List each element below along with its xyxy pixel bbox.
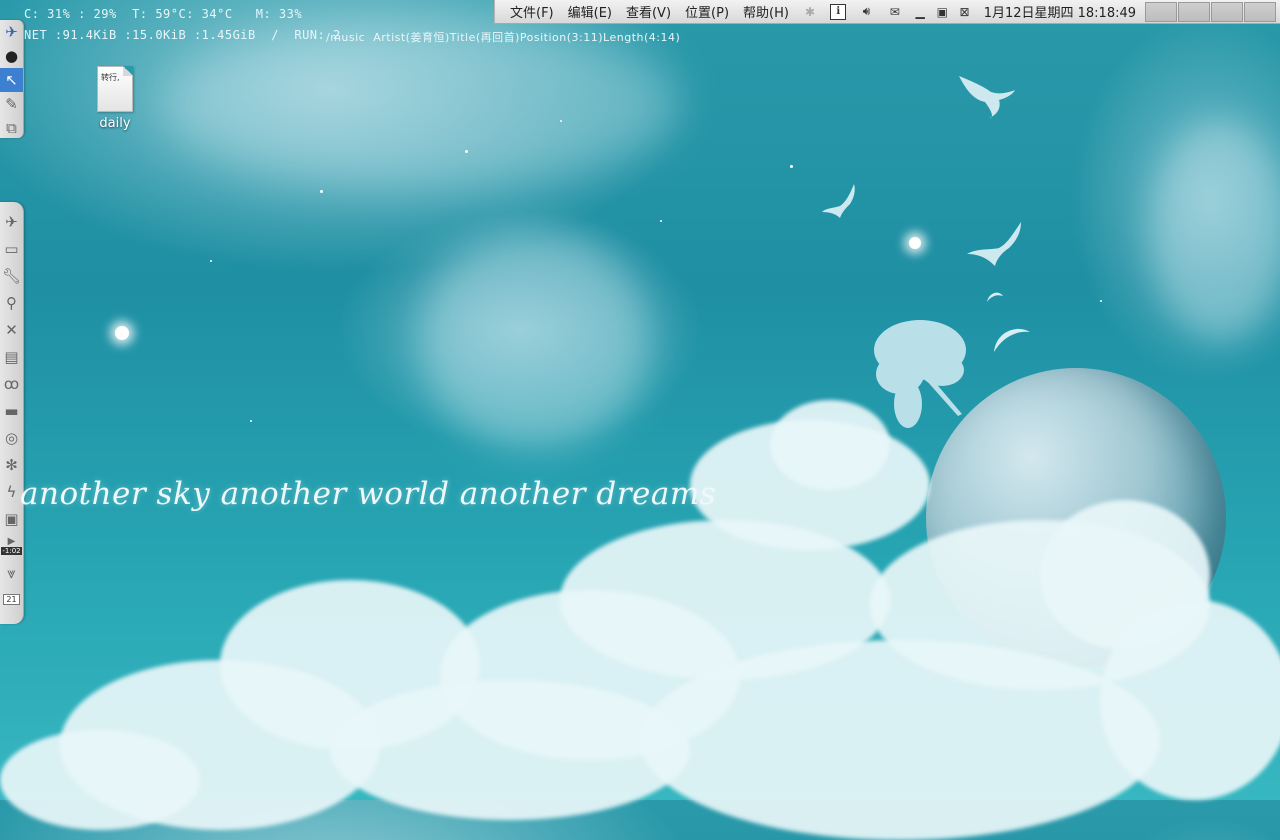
workspace-4[interactable] [1244,1,1277,22]
star [1100,300,1102,302]
menu-file[interactable]: 文件(F) [503,0,561,24]
conky-music: /music Artist(姜育恒)Title(再回首)Position(3:1… [326,31,681,44]
drawer-icon[interactable]: ▬ [0,397,23,424]
info-icon[interactable]: i [829,3,847,20]
folder-icon[interactable]: ▭ [0,235,23,262]
bird-icon [822,184,855,218]
timer-icon[interactable]: ▶ -1:02 [0,532,23,559]
star [210,260,212,262]
bird-icon [967,222,1021,266]
play-icon: ▶ [7,536,16,547]
menu-places[interactable]: 位置(P) [678,0,736,24]
search-icon[interactable]: ⚲ [0,289,23,316]
maximize-icon[interactable]: ▣ [933,4,951,20]
cloud [640,640,1160,840]
cloud [1150,120,1280,340]
star [909,237,921,249]
timer-badge: -1:02 [1,547,22,555]
wallpaper [0,0,1280,840]
star [790,165,793,168]
calendar-icon[interactable]: 21 [0,586,23,613]
pin-icon[interactable]: ✎ [0,92,23,116]
download-icon[interactable]: ⩔ [0,559,23,586]
bluetooth-icon[interactable]: ✱ [801,4,819,20]
file-preview-text: 转行, [101,73,120,82]
cloud [420,230,650,450]
menu-edit[interactable]: 编辑(E) [561,0,619,24]
conky-stats-line2: NET :91.4KiB :15.0KiB :1.45GiB / RUN: 2 [24,28,341,42]
menu-help[interactable]: 帮助(H) [736,0,796,24]
star [660,220,662,222]
feather-icon[interactable]: ✈ [0,20,23,44]
desktop-file-label: daily [99,116,131,131]
cloud [0,730,200,830]
desktop-file-daily[interactable]: 转行, daily [90,66,140,131]
cloud [160,20,680,190]
calendar-badge: 21 [3,594,20,605]
settings-icon[interactable]: ✻ [0,451,23,478]
workspace-2[interactable] [1178,1,1211,22]
text-file-icon: 转行, [97,66,133,112]
workspace-3[interactable] [1211,1,1244,22]
star [320,190,323,193]
qq-penguin-icon[interactable]: ● [0,44,23,68]
chrome-icon[interactable]: ◎ [0,424,23,451]
conky-stats-line1: C: 31% : 29% T: 59°C: 34°C M: 33% [24,7,303,21]
binoculars-icon[interactable]: ꝏ [0,370,23,397]
launcher-dock-main: ✈ ▭ 🔧︎ ⚲ ✕ ▤ ꝏ ▬ ◎ ✻ ϟ ▣ ▶ -1:02 ⩔ 21 [0,202,24,624]
tree-icon [874,320,966,428]
close-icon[interactable]: ⊠ [955,4,973,20]
moon-icon [987,292,1003,302]
workspace-1[interactable] [1145,1,1178,22]
wallpaper-slogan: another sky another world another dreams [20,476,717,512]
top-panel: 文件(F) 编辑(E) 查看(V) 位置(P) 帮助(H) ✱ i 🔊︎ ✉ ▁… [494,0,1280,24]
file-manager-icon[interactable]: ▤ [0,343,23,370]
cloud [770,400,890,490]
cursor-select-icon[interactable]: ↖ [0,68,23,92]
bird-icon [959,76,1015,118]
star [115,326,129,340]
star [250,420,252,422]
moon-icon [994,328,1030,352]
cloud [330,680,690,820]
volume-icon[interactable]: 🔊︎ [857,4,875,20]
tools-icon[interactable]: ✕ [0,316,23,343]
launcher-dock-top: ✈ ● ↖ ✎ ⧉ [0,20,24,138]
menu-view[interactable]: 查看(V) [619,0,678,24]
screenshot-icon[interactable]: ⧉ [0,116,23,140]
workspace-switcher [1144,1,1277,22]
mail-icon[interactable]: ✉ [886,4,904,20]
minimize-icon[interactable]: ▁ [911,4,929,20]
clock[interactable]: 1月12日星期四 18:18:49 [976,2,1144,21]
wrench-icon[interactable]: 🔧︎ [0,262,23,289]
airplane-icon[interactable]: ✈ [0,208,23,235]
